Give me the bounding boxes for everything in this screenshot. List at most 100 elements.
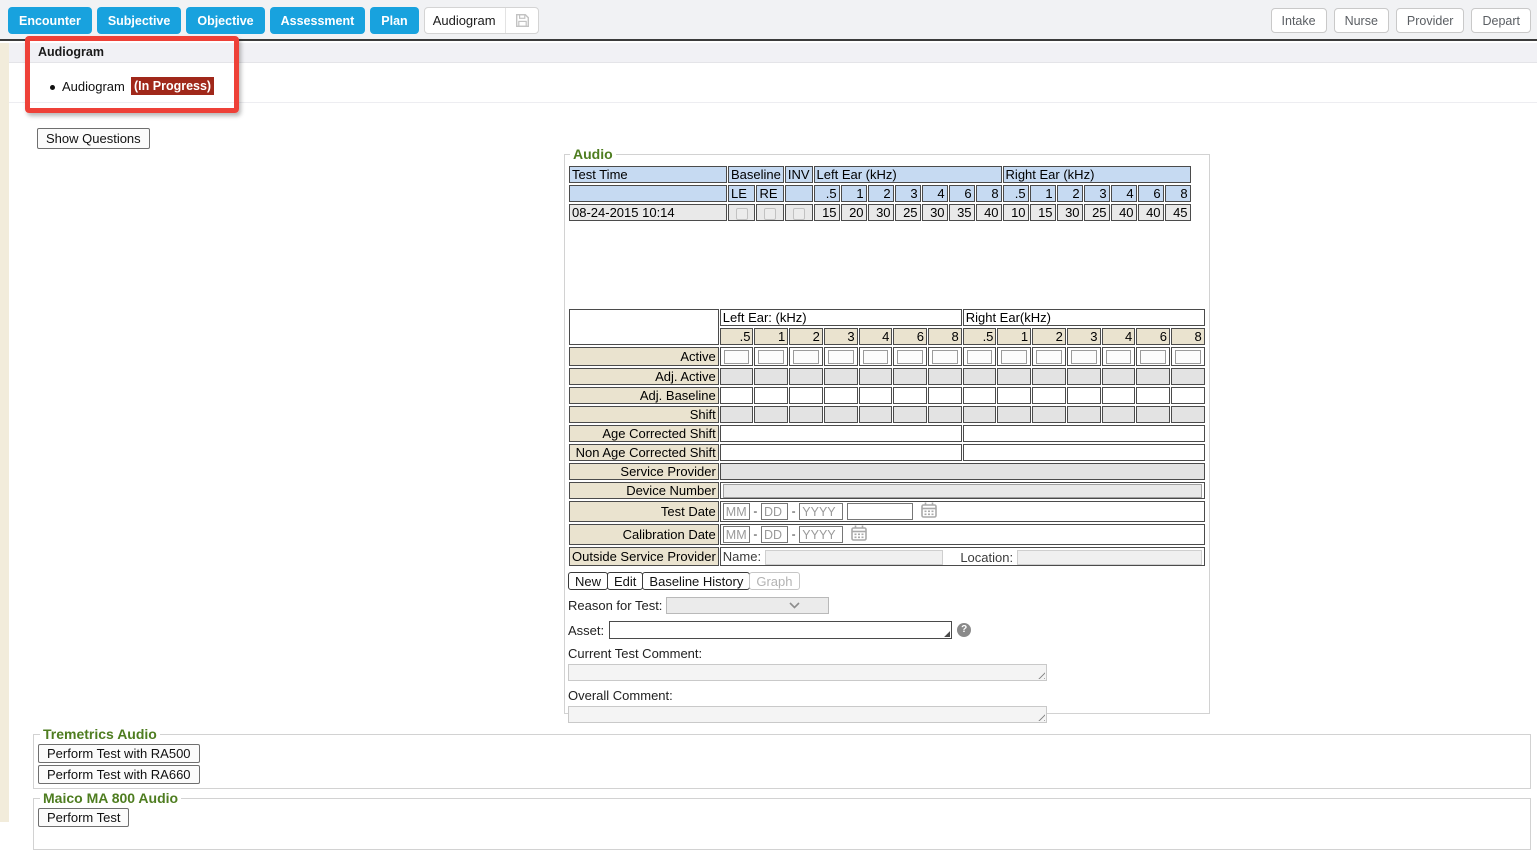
overall-comment-textarea[interactable] bbox=[568, 706, 1047, 723]
right-ear-value: 25 bbox=[1084, 204, 1110, 221]
test-time-input[interactable] bbox=[847, 503, 913, 520]
show-questions-button[interactable]: Show Questions bbox=[37, 128, 150, 149]
overall-comment-label: Overall Comment: bbox=[568, 688, 1206, 703]
freq-header-cell: 3 bbox=[1084, 185, 1110, 202]
test-date-dd-input[interactable] bbox=[761, 503, 788, 520]
perform-test-button[interactable]: Perform Test bbox=[38, 808, 129, 827]
save-icon[interactable] bbox=[506, 13, 530, 28]
stage-button-provider[interactable]: Provider bbox=[1396, 8, 1465, 33]
test-date-yyyy-input[interactable] bbox=[799, 503, 843, 520]
current-test-comment-textarea[interactable] bbox=[568, 664, 1047, 681]
nav-button-assessment[interactable]: Assessment bbox=[270, 7, 366, 34]
nav-button-subjective[interactable]: Subjective bbox=[97, 7, 182, 34]
baseline-re-checkbox[interactable] bbox=[764, 208, 776, 220]
page-title: Audiogram bbox=[38, 45, 104, 59]
detail-row-label: Service Provider bbox=[569, 463, 719, 480]
edit-button[interactable]: Edit bbox=[607, 572, 643, 590]
action-button-row: New Edit Baseline History Graph bbox=[568, 572, 1206, 590]
detail-row-outside-service-provider: Outside Service Provider Name: Location: bbox=[569, 547, 1205, 566]
active-value-input[interactable] bbox=[1140, 350, 1166, 364]
perform-test-ra500-button[interactable]: Perform Test with RA500 bbox=[38, 744, 200, 763]
active-value-input[interactable] bbox=[758, 350, 784, 364]
active-value-input[interactable] bbox=[1106, 350, 1132, 364]
detail-row-label: Adj. Active bbox=[569, 368, 719, 385]
results-data-row: 08-24-2015 10:14 15 20 30 25 30 35 40 10… bbox=[569, 204, 1191, 221]
form-list-row: Audiogram (In Progress) bbox=[9, 72, 1537, 103]
active-value-input[interactable] bbox=[932, 350, 958, 364]
freq-header-cell: 4 bbox=[1111, 185, 1137, 202]
freq-header-cell: 6 bbox=[1136, 328, 1170, 345]
detail-row-label: Test Date bbox=[569, 501, 719, 522]
freq-header-cell: 2 bbox=[868, 185, 894, 202]
help-icon[interactable]: ? bbox=[957, 623, 971, 637]
reason-for-test-select[interactable] bbox=[666, 597, 829, 614]
test-time-value: 08-24-2015 10:14 bbox=[569, 204, 727, 221]
left-ear-value: 25 bbox=[895, 204, 921, 221]
active-value-input[interactable] bbox=[967, 350, 993, 364]
nav-button-plan[interactable]: Plan bbox=[370, 7, 418, 34]
freq-header-cell: 8 bbox=[1171, 328, 1205, 345]
calibration-date-dd-input[interactable] bbox=[761, 526, 788, 543]
freq-header-cell: .5 bbox=[720, 328, 754, 345]
col-header-inv: INV bbox=[785, 166, 813, 183]
maico-section: Maico MA 800 Audio Perform Test bbox=[33, 790, 1531, 850]
stage-button-depart[interactable]: Depart bbox=[1471, 8, 1531, 33]
new-button[interactable]: New bbox=[568, 572, 608, 590]
inv-checkbox[interactable] bbox=[793, 208, 805, 220]
col-header-le: LE bbox=[728, 185, 755, 202]
asset-input[interactable] bbox=[609, 621, 952, 639]
active-input-cell bbox=[1136, 347, 1170, 366]
active-value-input[interactable] bbox=[828, 350, 854, 364]
freq-header-cell: 6 bbox=[1138, 185, 1164, 202]
nav-button-objective[interactable]: Objective bbox=[186, 7, 264, 34]
asset-row: Asset: ? bbox=[568, 621, 1206, 639]
active-value-input[interactable] bbox=[1175, 350, 1201, 364]
active-input-cell bbox=[754, 347, 788, 366]
osp-location-input[interactable] bbox=[1017, 550, 1202, 565]
form-link-audiogram[interactable]: Audiogram bbox=[62, 79, 125, 94]
active-value-input[interactable] bbox=[1036, 350, 1062, 364]
calibration-date-mm-input[interactable] bbox=[723, 526, 750, 543]
detail-row-label: Outside Service Provider bbox=[569, 547, 719, 566]
active-value-input[interactable] bbox=[724, 350, 750, 364]
top-toolbar: Encounter Subjective Objective Assessmen… bbox=[0, 0, 1537, 41]
active-value-input[interactable] bbox=[897, 350, 923, 364]
status-badge-in-progress: (In Progress) bbox=[131, 77, 214, 95]
stage-button-intake[interactable]: Intake bbox=[1271, 8, 1327, 33]
results-header-row-1: Test Time Baseline INV Left Ear (kHz) Ri… bbox=[569, 166, 1191, 183]
tremetrics-section: Tremetrics Audio Perform Test with RA500… bbox=[33, 726, 1531, 789]
calendar-icon[interactable] bbox=[851, 529, 867, 544]
baseline-history-button[interactable]: Baseline History bbox=[642, 572, 750, 590]
resize-grip-icon[interactable] bbox=[944, 631, 950, 637]
stage-button-nurse[interactable]: Nurse bbox=[1334, 8, 1389, 33]
col-header-re: RE bbox=[756, 185, 783, 202]
tab-audiogram[interactable]: Audiogram bbox=[424, 7, 539, 34]
resize-grip-icon[interactable] bbox=[1036, 712, 1045, 721]
active-value-input[interactable] bbox=[1071, 350, 1097, 364]
detail-row-label: Active bbox=[569, 347, 719, 366]
detail-header-row-1: Left Ear: (kHz) Right Ear(kHz) bbox=[569, 309, 1205, 326]
col-header-baseline: Baseline bbox=[728, 166, 784, 183]
active-value-input[interactable] bbox=[793, 350, 819, 364]
resize-grip-icon[interactable] bbox=[1036, 670, 1045, 679]
current-test-comment-label: Current Test Comment: bbox=[568, 646, 1206, 661]
active-value-input[interactable] bbox=[863, 350, 889, 364]
calibration-date-yyyy-input[interactable] bbox=[799, 526, 843, 543]
left-ear-value: 40 bbox=[976, 204, 1002, 221]
test-date-mm-input[interactable] bbox=[723, 503, 750, 520]
device-number-input[interactable] bbox=[723, 484, 1202, 498]
active-input-cell bbox=[997, 347, 1031, 366]
calendar-icon[interactable] bbox=[921, 506, 937, 521]
active-value-input[interactable] bbox=[1001, 350, 1027, 364]
nav-button-encounter[interactable]: Encounter bbox=[8, 7, 92, 34]
chevron-down-icon bbox=[789, 602, 800, 609]
osp-name-input[interactable] bbox=[765, 550, 943, 565]
graph-button: Graph bbox=[749, 572, 799, 590]
perform-test-ra660-button[interactable]: Perform Test with RA660 bbox=[38, 765, 200, 784]
right-ear-value: 40 bbox=[1111, 204, 1137, 221]
bullet-icon bbox=[50, 85, 55, 90]
audio-results-table: Test Time Baseline INV Left Ear (kHz) Ri… bbox=[568, 164, 1192, 223]
baseline-le-checkbox[interactable] bbox=[736, 208, 748, 220]
detail-row-service-provider: Service Provider bbox=[569, 463, 1205, 480]
detail-row-shift: Shift bbox=[569, 406, 1205, 423]
